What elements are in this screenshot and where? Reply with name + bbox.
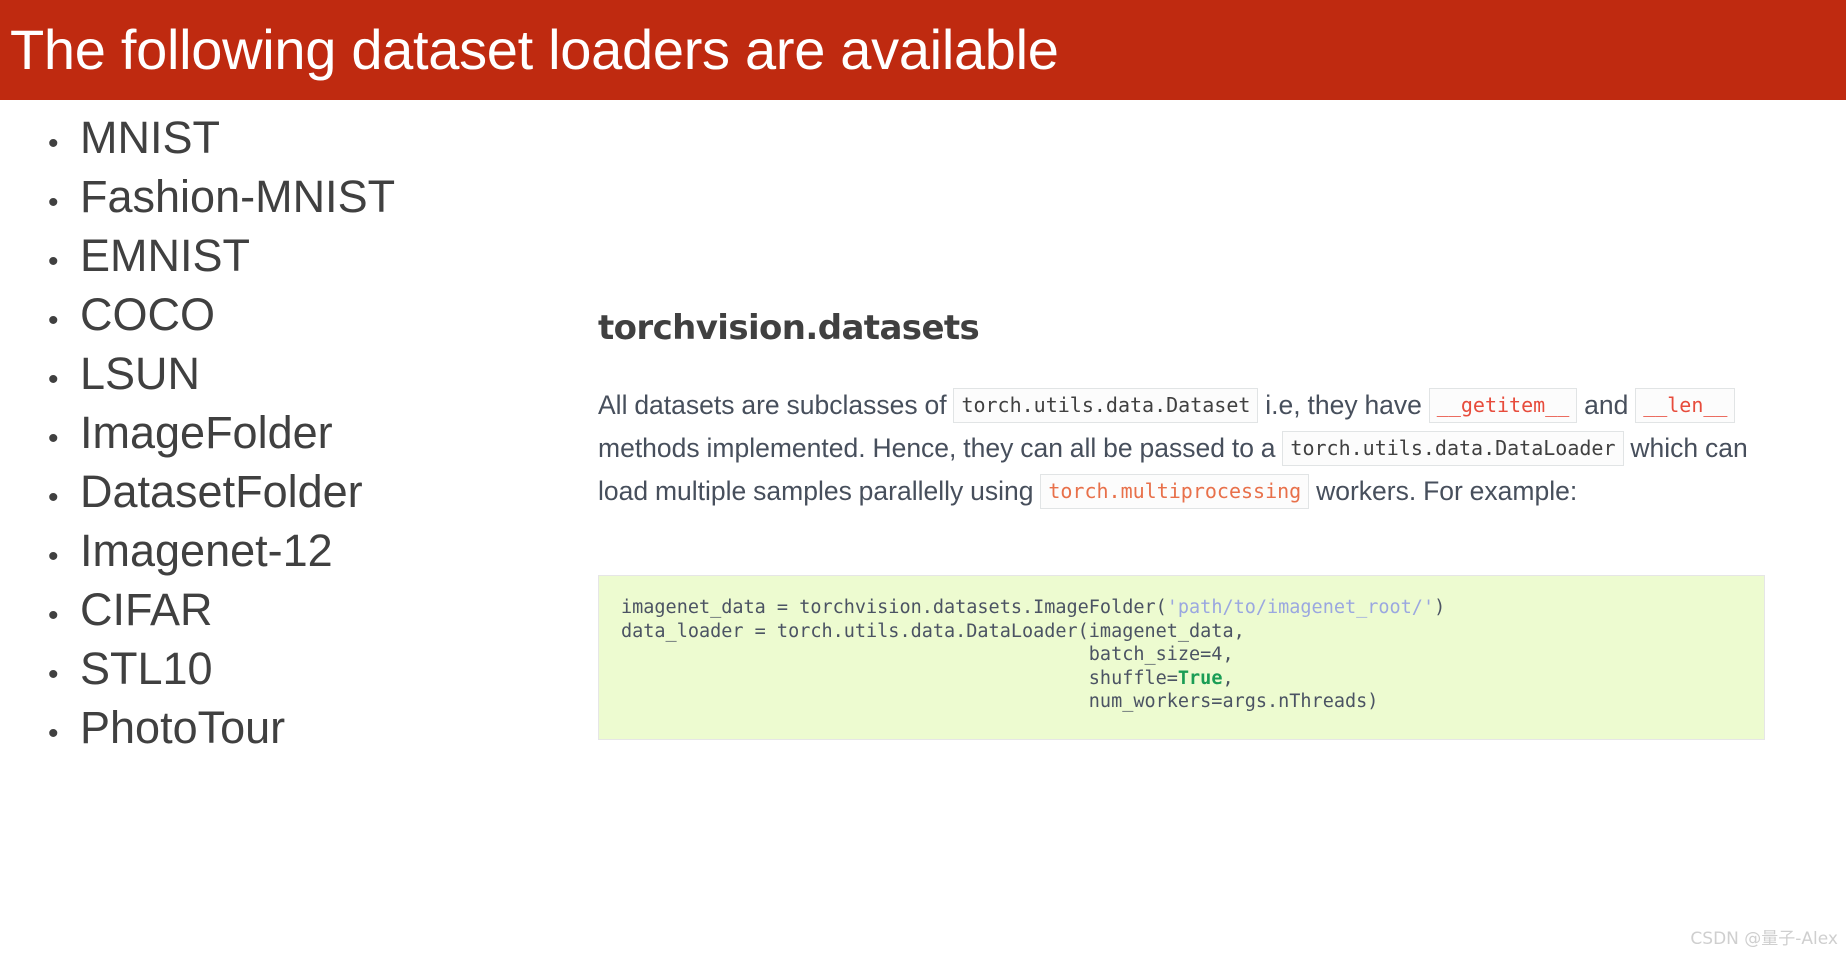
list-item: • PhotoTour bbox=[44, 698, 564, 757]
docs-text-fragment: and bbox=[1577, 390, 1636, 420]
docs-paragraph: All datasets are subclasses of torch.uti… bbox=[598, 384, 1803, 513]
list-item-label: EMNIST bbox=[80, 230, 251, 281]
bullet-dot-icon: • bbox=[48, 540, 59, 573]
bullet-dot-icon: • bbox=[48, 422, 59, 455]
code-len: __len__ bbox=[1635, 388, 1736, 423]
docs-text-fragment: methods implemented. Hence, they can all… bbox=[598, 433, 1283, 463]
code-dataloader: torch.utils.data.DataLoader bbox=[1282, 431, 1624, 466]
bullet-dot-icon: • bbox=[48, 127, 59, 160]
list-item: • CIFAR bbox=[44, 580, 564, 639]
list-item: • EMNIST bbox=[44, 226, 564, 285]
bullet-dot-icon: • bbox=[48, 599, 59, 632]
code-torch-utils-data-dataset: torch.utils.data.Dataset bbox=[953, 388, 1259, 423]
bullet-dot-icon: • bbox=[48, 186, 59, 219]
list-item-label: CIFAR bbox=[80, 584, 213, 635]
list-item-label: MNIST bbox=[80, 112, 220, 163]
torchvision-docs-screenshot: torchvision.datasets All datasets are su… bbox=[598, 306, 1808, 513]
docs-text-fragment: All datasets are subclasses of bbox=[598, 390, 954, 420]
code-getitem: __getitem__ bbox=[1428, 388, 1578, 423]
code-line-1-tail: ) bbox=[1434, 597, 1446, 618]
code-keyword-true: True bbox=[1177, 667, 1223, 689]
list-item: • COCO bbox=[44, 285, 564, 344]
docs-text-fragment: workers. For example: bbox=[1309, 476, 1578, 506]
code-line-2: data_loader = torch.utils.data.DataLoade… bbox=[621, 620, 1245, 642]
list-item: • STL10 bbox=[44, 639, 564, 698]
code-line-3: batch_size=4, bbox=[621, 644, 1234, 665]
docs-heading: torchvision.datasets bbox=[598, 308, 980, 348]
list-item: • ImageFolder bbox=[44, 403, 564, 462]
list-item-label: DatasetFolder bbox=[80, 466, 363, 517]
list-item-label: LSUN bbox=[80, 348, 201, 399]
list-item: • LSUN bbox=[44, 344, 564, 403]
list-item-label: Imagenet-12 bbox=[80, 525, 333, 576]
list-item: • Fashion-MNIST bbox=[44, 167, 564, 226]
bullet-dot-icon: • bbox=[48, 245, 59, 278]
bullet-dot-icon: • bbox=[48, 481, 59, 514]
code-line-4-tail: , bbox=[1222, 667, 1234, 689]
csdn-watermark: CSDN @量子-Alex bbox=[1690, 929, 1838, 949]
page-title: The following dataset loaders are availa… bbox=[10, 18, 1059, 81]
bullet-dot-icon: • bbox=[48, 717, 59, 750]
code-line-4-head: shuffle= bbox=[621, 667, 1178, 689]
bullet-dot-icon: • bbox=[48, 658, 59, 691]
list-item: • Imagenet-12 bbox=[44, 521, 564, 580]
list-item: • MNIST bbox=[44, 108, 564, 167]
bullet-dot-icon: • bbox=[48, 363, 59, 396]
bullet-dot-icon: • bbox=[48, 304, 59, 337]
code-line-5: num_workers=args.nThreads) bbox=[621, 691, 1379, 712]
slide-title-bar: The following dataset loaders are availa… bbox=[0, 0, 1846, 100]
list-item-label: STL10 bbox=[80, 643, 213, 694]
list-item: • DatasetFolder bbox=[44, 462, 564, 521]
list-item-label: Fashion-MNIST bbox=[80, 171, 396, 222]
list-item-label: ImageFolder bbox=[80, 407, 333, 458]
docs-text-fragment: i.e, they have bbox=[1258, 390, 1429, 420]
code-string-literal: 'path/to/imagenet_root/' bbox=[1166, 597, 1435, 618]
list-item-label: COCO bbox=[80, 289, 215, 340]
dataset-loader-list: • MNIST • Fashion-MNIST • EMNIST • COCO … bbox=[44, 108, 564, 757]
code-line-1-head: imagenet_data = torchvision.datasets.Ima… bbox=[621, 597, 1167, 618]
example-code-block: imagenet_data = torchvision.datasets.Ima… bbox=[598, 575, 1765, 740]
code-torch-multiprocessing: torch.multiprocessing bbox=[1040, 474, 1310, 509]
list-item-label: PhotoTour bbox=[80, 702, 286, 753]
